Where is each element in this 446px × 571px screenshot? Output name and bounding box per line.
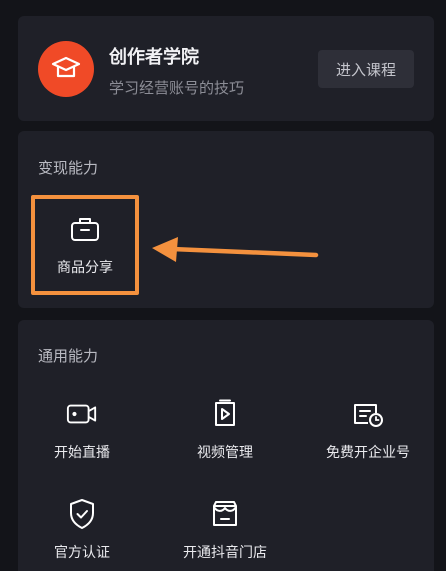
- section-title-monetization: 变现能力: [38, 159, 99, 177]
- monetization-section: 变现能力 商品分享: [18, 131, 434, 308]
- academy-subtitle: 学习经营账号的技巧: [109, 79, 245, 97]
- store-icon: [209, 498, 241, 530]
- video-file-icon: [209, 398, 241, 430]
- enterprise-account-item[interactable]: 免费开企业号: [308, 398, 428, 462]
- official-verify-item[interactable]: 官方认证: [22, 498, 142, 562]
- start-live-label: 开始直播: [54, 445, 110, 461]
- general-abilities-section: 通用能力 开始直播 视频管理 免费开企业号 官方认证 开通抖音门店: [18, 320, 434, 571]
- open-douyin-store-item[interactable]: 开通抖音门店: [165, 498, 285, 562]
- shield-check-icon: [66, 498, 98, 530]
- section-title-general: 通用能力: [38, 347, 99, 365]
- enter-course-button[interactable]: 进入课程: [318, 50, 414, 88]
- academy-title: 创作者学院: [109, 47, 199, 68]
- video-manage-label: 视频管理: [197, 445, 253, 461]
- highlight-annotation-box: [31, 195, 139, 295]
- graduation-cap-icon: [38, 41, 94, 97]
- live-camera-icon: [66, 398, 98, 430]
- creator-academy-card[interactable]: 创作者学院 学习经营账号的技巧 进入课程: [18, 16, 434, 121]
- enterprise-account-label: 免费开企业号: [326, 445, 410, 461]
- start-live-item[interactable]: 开始直播: [22, 398, 142, 462]
- creator-services-panel: 创作者学院 学习经营账号的技巧 进入课程 变现能力 商品分享 通用能力 开始直播…: [0, 0, 446, 571]
- annotation-arrow: [152, 237, 319, 262]
- video-manage-item[interactable]: 视频管理: [165, 398, 285, 462]
- open-douyin-store-label: 开通抖音门店: [183, 545, 267, 561]
- official-verify-label: 官方认证: [54, 545, 110, 561]
- enterprise-card-icon: [352, 398, 384, 430]
